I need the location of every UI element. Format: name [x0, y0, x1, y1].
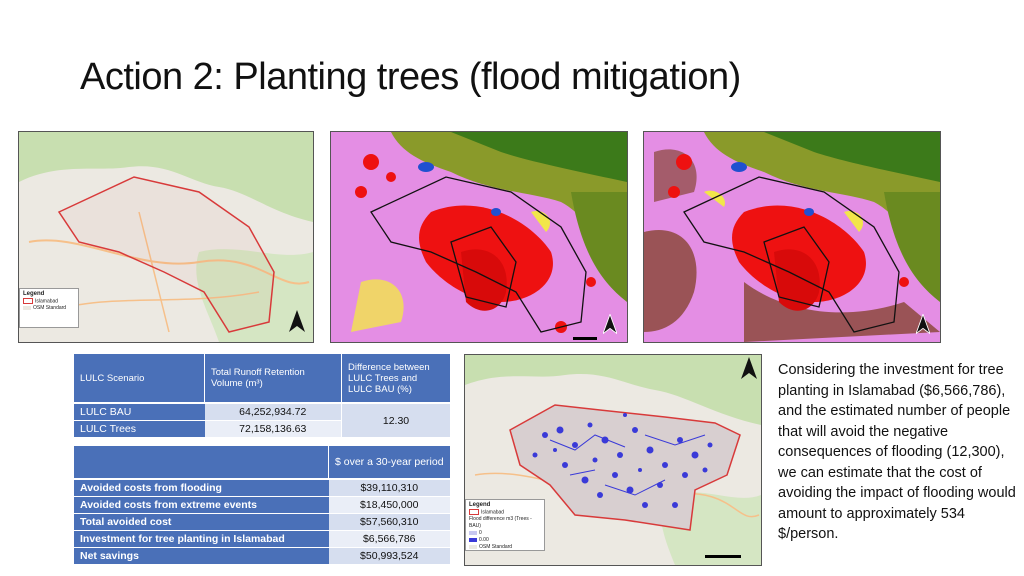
row-label-bau: LULC BAU [74, 403, 205, 421]
header-30-year-period: $ over a 30-year period [328, 446, 450, 479]
row-value-flooding: $39,110,310 [328, 479, 450, 497]
legend-swatch-zero [469, 531, 477, 535]
lulc-trees-svg [644, 132, 940, 342]
legend-swatch-osm [23, 306, 31, 310]
table-header-row: $ over a 30-year period [74, 446, 450, 479]
cost-benefit-table: $ over a 30-year period Avoided costs fr… [74, 446, 450, 564]
row-label-net-savings: Net savings [74, 547, 329, 564]
legend-title: Legend [469, 502, 491, 508]
difference-value: 12.30 [341, 403, 450, 437]
legend-swatch-boundary [23, 298, 33, 304]
basemap-islamabad-map: Legend Islamabad OSM Standard [18, 131, 314, 343]
row-label-flooding: Avoided costs from flooding [74, 479, 329, 497]
lulc-bau-svg [331, 132, 627, 342]
north-arrow-icon [741, 357, 757, 379]
north-arrow-icon [603, 314, 617, 334]
slide-title: Action 2: Planting trees (flood mitigati… [80, 56, 741, 98]
table-row: Total avoided cost $57,560,310 [74, 513, 450, 531]
scale-bar [573, 337, 597, 340]
header-difference: Difference between LULC Trees and LULC B… [341, 354, 450, 403]
row-label-total-avoided: Total avoided cost [74, 513, 329, 531]
table-row: Net savings $50,993,524 [74, 547, 450, 564]
header-lulc-scenario: LULC Scenario [74, 354, 205, 403]
row-value-trees: 72,158,136.63 [204, 420, 342, 437]
lulc-bau-map [330, 131, 628, 343]
row-label-extreme-events: Avoided costs from extreme events [74, 496, 329, 514]
table-header-row: LULC Scenario Total Runoff Retention Vol… [74, 354, 450, 403]
row-label-trees: LULC Trees [74, 420, 205, 437]
legend-item-osm: OSM Standard [479, 544, 513, 551]
table-row: Investment for tree planting in Islamaba… [74, 530, 450, 548]
table-row: Avoided costs from flooding $39,110,310 [74, 479, 450, 497]
map-legend: Legend Islamabad OSM Standard [19, 288, 79, 328]
legend-swatch-osm [469, 545, 477, 549]
lulc-trees-map [643, 131, 941, 343]
cost-per-person-summary: Considering the investment for tree plan… [778, 362, 1016, 542]
north-arrow-icon [916, 314, 930, 334]
row-value-total-avoided: $57,560,310 [328, 513, 450, 531]
table-row: Avoided costs from extreme events $18,45… [74, 496, 450, 514]
header-runoff-volume: Total Runoff Retention Volume (m³) [204, 354, 342, 403]
legend-item-zero: 0 [479, 530, 482, 537]
row-value-investment: $6,566,786 [328, 530, 450, 548]
legend-swatch-boundary [469, 509, 479, 515]
runoff-retention-table: LULC Scenario Total Runoff Retention Vol… [74, 354, 450, 437]
legend-item-osm: OSM Standard [33, 305, 67, 312]
row-value-bau: 64,252,934.72 [204, 403, 342, 421]
table-row: LULC BAU 64,252,934.72 12.30 [74, 403, 450, 437]
header-empty [74, 446, 329, 479]
legend-item-islamabad: Islamabad [35, 298, 59, 305]
row-value-extreme-events: $18,450,000 [328, 496, 450, 514]
row-label-investment: Investment for tree planting in Islamaba… [74, 530, 329, 548]
flood-difference-map: Legend Islamabad Flood difference m3 (Tr… [464, 354, 762, 566]
legend-item-islamabad: Islamabad [481, 509, 505, 516]
row-value-net-savings: $50,993,524 [328, 547, 450, 564]
legend-swatch-flood [469, 538, 477, 542]
legend-item-flood-difference: Flood difference m3 (Trees - BAU) [469, 516, 532, 530]
legend-title: Legend [23, 291, 45, 297]
legend-item-flood-value: 0.00 [479, 537, 489, 544]
scale-bar [705, 555, 741, 558]
north-arrow-icon [289, 310, 305, 332]
map-legend: Legend Islamabad Flood difference m3 (Tr… [465, 499, 545, 551]
